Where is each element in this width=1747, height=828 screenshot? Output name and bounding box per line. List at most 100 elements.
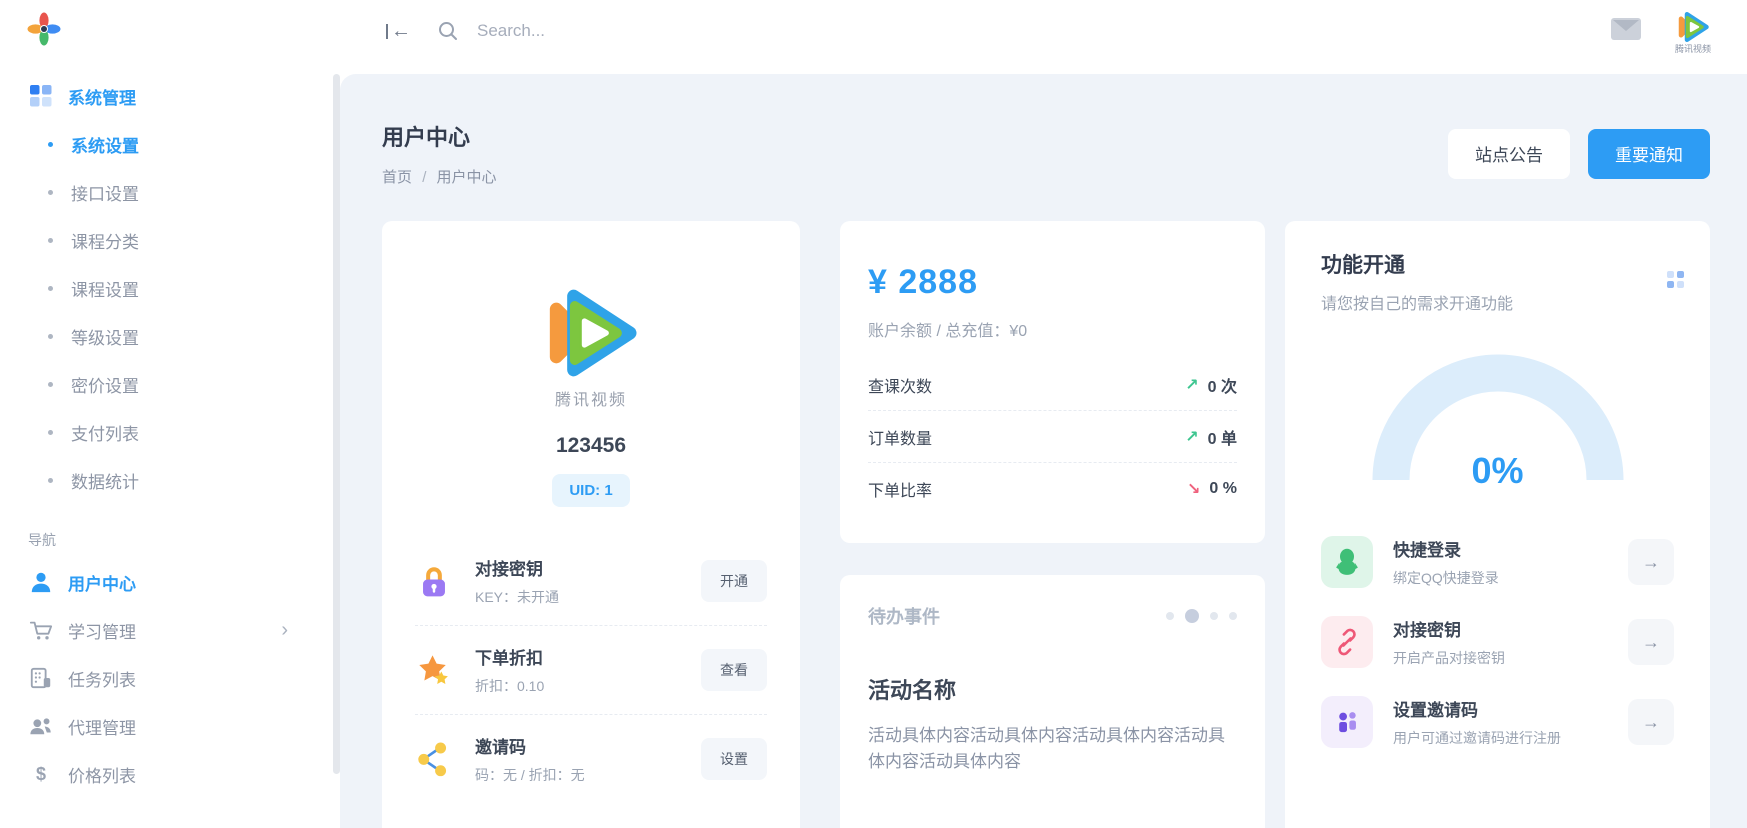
middle-column: ¥ 2888 账户余额 / 总充值：¥0 查课次数 ↗ 0 次 xyxy=(840,221,1265,828)
feature-subtitle: 绑定QQ快捷登录 xyxy=(1393,568,1628,588)
search-input[interactable] xyxy=(475,20,1611,42)
features-title: 功能开通 xyxy=(1321,249,1674,279)
set-invite-code-button[interactable]: 设置 xyxy=(701,738,767,780)
topbar-right: 腾讯视频 xyxy=(1611,9,1711,54)
feature-title: 快捷登录 xyxy=(1393,536,1628,561)
search-bar xyxy=(437,20,1611,42)
stat-label: 下单比率 xyxy=(868,477,932,501)
bullet-icon xyxy=(48,142,53,147)
sidebar-item-label: 等级设置 xyxy=(71,324,139,349)
carousel-dot[interactable] xyxy=(1210,612,1218,620)
balance-caption: 账户余额 / 总充值：¥0 xyxy=(868,317,1237,341)
chevron-right-icon: › xyxy=(281,620,288,640)
sidebar-item-course-category[interactable]: 课程分类 xyxy=(0,216,340,264)
app-logo[interactable] xyxy=(0,0,340,62)
sidebar-item-task-list[interactable]: 任务列表 xyxy=(0,654,340,702)
profile-card: 腾讯视频 123456 UID: 1 xyxy=(382,221,800,828)
sidebar-item-system-management[interactable]: 系统管理 xyxy=(0,72,340,120)
profile-rows: 对接密钥 KEY：未开通 开通 xyxy=(415,537,767,803)
bullet-icon xyxy=(48,190,53,195)
cart-icon xyxy=(28,617,54,643)
features-list: 快捷登录 绑定QQ快捷登录 → xyxy=(1321,522,1674,762)
features-card: 功能开通 请您按自己的需求开通功能 0% xyxy=(1285,221,1710,828)
invite-code-arrow-button[interactable]: → xyxy=(1628,699,1674,745)
app-root: 系统管理 系统设置 接口设置 课程分类 课程设置 等级设置 xyxy=(0,0,1747,828)
carousel-dot[interactable] xyxy=(1229,612,1237,620)
progress-gauge: 0% xyxy=(1372,352,1624,480)
carousel-dot[interactable] xyxy=(1166,612,1174,620)
balance-amount: ¥ 2888 xyxy=(868,263,1237,302)
stat-label: 查课次数 xyxy=(868,373,932,397)
sidebar-scrollbar[interactable] xyxy=(333,74,340,774)
username: 123456 xyxy=(415,434,767,458)
sidebar-item-api-settings[interactable]: 接口设置 xyxy=(0,168,340,216)
sidebar-item-agent-management[interactable]: 代理管理 xyxy=(0,702,340,750)
page-header: 用户中心 首页 / 用户中心 站点公告 重要通知 xyxy=(382,120,1710,187)
breadcrumb: 首页 / 用户中心 xyxy=(382,166,497,187)
carousel-dot-active[interactable] xyxy=(1185,609,1199,623)
stat-value: 0 单 xyxy=(1208,425,1237,449)
sidebar-section-label: 导航 xyxy=(0,504,340,558)
list-item-api-key: 对接密钥 KEY：未开通 开通 xyxy=(415,537,767,625)
stat-value: 0 % xyxy=(1209,480,1237,498)
arrow-right-icon: → xyxy=(1642,712,1660,733)
sidebar-item-label: 任务列表 xyxy=(68,666,136,691)
carousel-dots xyxy=(1166,609,1237,623)
event-body: 活动具体内容活动具体内容活动具体内容活动具体内容活动具体内容 xyxy=(868,723,1237,776)
pinwheel-logo-icon xyxy=(26,11,62,52)
sidebar-item-system-settings[interactable]: 系统设置 xyxy=(0,120,340,168)
sidebar-item-learning-management[interactable]: 学习管理 › xyxy=(0,606,340,654)
view-discount-button[interactable]: 查看 xyxy=(701,649,767,691)
grid-mini-icon[interactable] xyxy=(1667,271,1684,288)
api-key-arrow-button[interactable]: → xyxy=(1628,619,1674,665)
sidebar-item-payment-list[interactable]: 支付列表 xyxy=(0,408,340,456)
link-icon xyxy=(1321,616,1373,668)
avatar-caption: 腾讯视频 xyxy=(539,386,643,410)
feature-item-invite-code: 设置邀请码 用户可通过邀请码进行注册 → xyxy=(1321,682,1674,762)
content-panel: 用户中心 首页 / 用户中心 站点公告 重要通知 xyxy=(340,74,1747,828)
tencent-video-logo-icon xyxy=(539,281,643,385)
sidebar-item-label: 课程分类 xyxy=(71,228,139,253)
invite-icon xyxy=(1321,696,1373,748)
event-title: 活动名称 xyxy=(868,673,1237,705)
open-key-button[interactable]: 开通 xyxy=(701,560,767,602)
sidebar-item-level-settings[interactable]: 等级设置 xyxy=(0,312,340,360)
bullet-icon xyxy=(48,478,53,483)
sidebar-item-user-center[interactable]: 用户中心 xyxy=(0,558,340,606)
trend-down-icon: ↘ xyxy=(1187,479,1200,499)
tencent-video-logo-icon xyxy=(1675,9,1711,45)
todo-title: 待办事件 xyxy=(868,603,940,629)
sidebar-item-label: 数据统计 xyxy=(71,468,139,493)
bullet-icon xyxy=(48,430,53,435)
collapse-bar-icon xyxy=(386,24,388,39)
cards-row: 腾讯视频 123456 UID: 1 xyxy=(382,221,1710,828)
collapse-sidebar-button[interactable]: ← xyxy=(386,21,411,41)
quick-login-arrow-button[interactable]: → xyxy=(1628,539,1674,585)
breadcrumb-current: 用户中心 xyxy=(437,169,497,186)
price-icon: $ xyxy=(28,761,54,787)
sidebar-item-data-statistics[interactable]: 数据统计 xyxy=(0,456,340,504)
row-title: 对接密钥 xyxy=(475,555,701,580)
sidebar-item-label: 价格列表 xyxy=(68,762,136,787)
important-notice-button[interactable]: 重要通知 xyxy=(1588,129,1710,179)
search-icon[interactable] xyxy=(437,20,459,42)
sidebar-item-price-list[interactable]: $ 价格列表 xyxy=(0,750,340,798)
share-icon xyxy=(415,739,457,779)
stats-list: 查课次数 ↗ 0 次 订单数量 ↗ 0 单 xyxy=(868,359,1237,514)
sidebar-item-course-settings[interactable]: 课程设置 xyxy=(0,264,340,312)
breadcrumb-home[interactable]: 首页 xyxy=(382,169,412,186)
sidebar-item-secret-price-settings[interactable]: 密价设置 xyxy=(0,360,340,408)
arrow-right-icon: → xyxy=(1642,632,1660,653)
brand-avatar[interactable]: 腾讯视频 xyxy=(1675,9,1711,54)
star-icon xyxy=(415,650,457,690)
avatar: 腾讯视频 xyxy=(539,281,643,410)
row-subtitle: KEY：未开通 xyxy=(475,587,701,607)
brand-caption: 腾讯视频 xyxy=(1675,45,1711,54)
mail-icon[interactable] xyxy=(1611,18,1641,45)
topbar: ← xyxy=(340,0,1747,62)
breadcrumb-separator: / xyxy=(422,169,426,186)
trend-up-icon: ↗ xyxy=(1185,427,1198,447)
sidebar-item-label: 密价设置 xyxy=(71,372,139,397)
site-announcement-button[interactable]: 站点公告 xyxy=(1448,129,1570,179)
stat-row-order-count: 订单数量 ↗ 0 单 xyxy=(868,410,1237,462)
